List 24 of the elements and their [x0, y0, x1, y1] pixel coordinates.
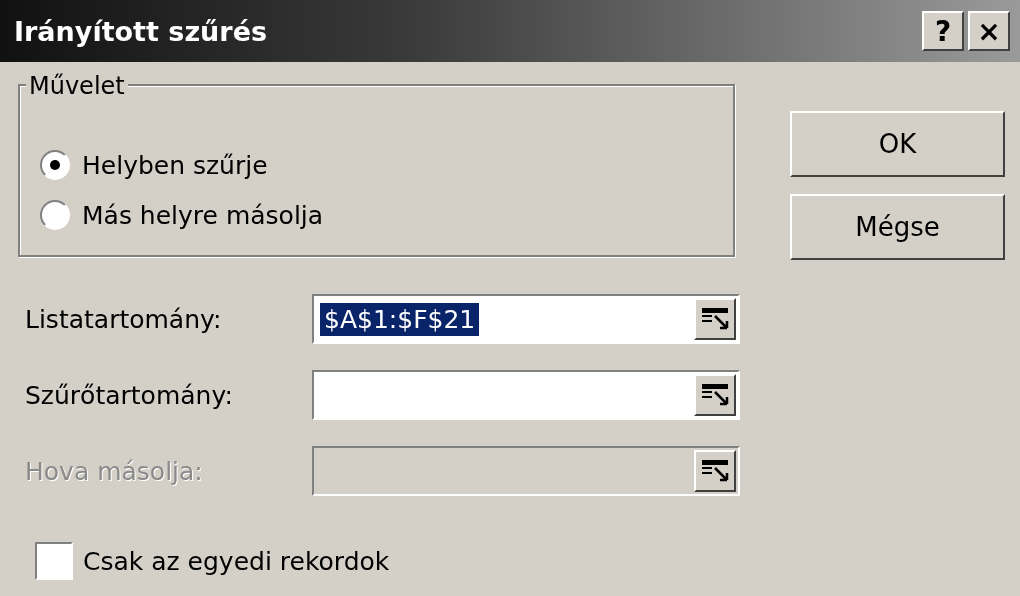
window-title: Irányított szűrés — [14, 15, 268, 47]
radio-label[interactable]: Más helyre másolja — [82, 200, 324, 230]
collapse-button[interactable] — [694, 374, 736, 416]
title-bar-button[interactable]: ? — [922, 11, 964, 51]
range-field[interactable]: $A$1:$F$21 — [312, 294, 740, 344]
range-select-icon — [701, 458, 729, 484]
collapse-button[interactable] — [694, 450, 736, 492]
range-field[interactable] — [312, 370, 740, 420]
collapse-button[interactable] — [694, 298, 736, 340]
radio-button[interactable] — [40, 200, 70, 230]
field-value: $A$1:$F$21 — [320, 302, 480, 336]
range-field[interactable] — [312, 446, 740, 496]
radio-button[interactable] — [40, 150, 70, 180]
dialog-button[interactable]: Mégse — [790, 194, 1005, 260]
field-label: Szűrőtartomány: — [25, 380, 234, 410]
dialog-button[interactable]: OK — [790, 111, 1005, 177]
field-label: Listatartomány: — [25, 304, 223, 334]
field-label: Hova másolja: — [25, 456, 204, 486]
checkbox[interactable] — [35, 542, 73, 580]
checkbox-label[interactable]: Csak az egyedi rekordok — [83, 546, 390, 576]
range-select-icon — [701, 306, 729, 332]
radio-label[interactable]: Helyben szűrje — [82, 150, 268, 180]
range-select-icon — [701, 382, 729, 408]
title-bar-button[interactable]: × — [968, 11, 1010, 51]
